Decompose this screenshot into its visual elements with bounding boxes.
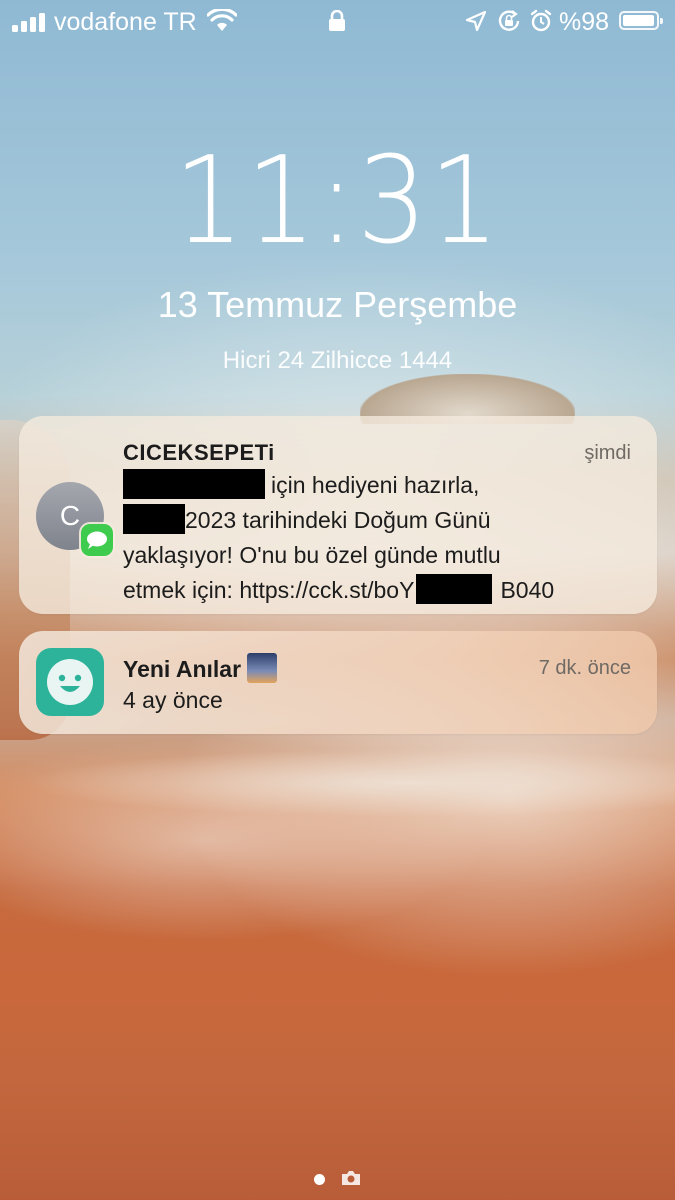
memories-app-icon (36, 648, 104, 716)
carrier-label: vodafone TR (54, 8, 197, 36)
lock-screen-date: 13 Temmuz Perşembe (157, 284, 518, 325)
redacted-date (123, 504, 185, 534)
redacted-name (123, 469, 265, 499)
wallpaper-ridge (0, 735, 675, 855)
bridge-photo-icon (247, 653, 278, 683)
hijri-date: Hicri 24 Zilhicce 1444 (222, 347, 453, 374)
wifi-icon (207, 9, 237, 31)
lock-icon (329, 10, 345, 31)
status-bar: vodafone TR %98 (0, 0, 675, 44)
redacted-link (416, 574, 493, 604)
location-icon (465, 10, 487, 32)
battery-icon (619, 11, 663, 30)
avatar-letter: C (59, 500, 81, 531)
notification-title: Yeni Anılar (123, 653, 278, 683)
memories-title: Yeni Anılar (123, 656, 242, 682)
lock-screen-time: 11:31 (173, 132, 502, 271)
alarm-icon (530, 9, 552, 32)
notification-time: 7 dk. önce (538, 657, 631, 679)
body-line-1: için hediyeni hazırla, (271, 472, 480, 498)
messages-app-icon (81, 524, 113, 556)
notification-time: şimdi (584, 442, 631, 464)
camera-icon[interactable] (340, 1169, 362, 1187)
notification-body: için hediyeni hazırla, 2023 tarihindeki … (123, 468, 643, 608)
battery-percent: %98 (559, 8, 610, 36)
notification-body: 4 ay önce (123, 687, 223, 713)
rotation-lock-icon (498, 10, 520, 31)
notification-memories[interactable]: Yeni Anılar 7 dk. önce 4 ay önce (19, 631, 657, 734)
battery-fill (623, 15, 655, 26)
page-indicator-dot[interactable] (314, 1174, 325, 1185)
notification-message[interactable]: C CICEKSEPETi şimdi için hediyeni hazırl… (19, 416, 657, 614)
notification-sender: CICEKSEPETi (123, 440, 275, 465)
body-line-4-end: B040 (500, 577, 555, 603)
signal-icon (12, 12, 46, 32)
body-line-2: 2023 tarihindeki Doğum Günü (185, 507, 491, 533)
body-line-3: yaklaşıyor! O'nu bu özel günde mutlu (123, 542, 501, 568)
body-line-4-start: etmek için: https://cck.st/boY (123, 577, 415, 603)
